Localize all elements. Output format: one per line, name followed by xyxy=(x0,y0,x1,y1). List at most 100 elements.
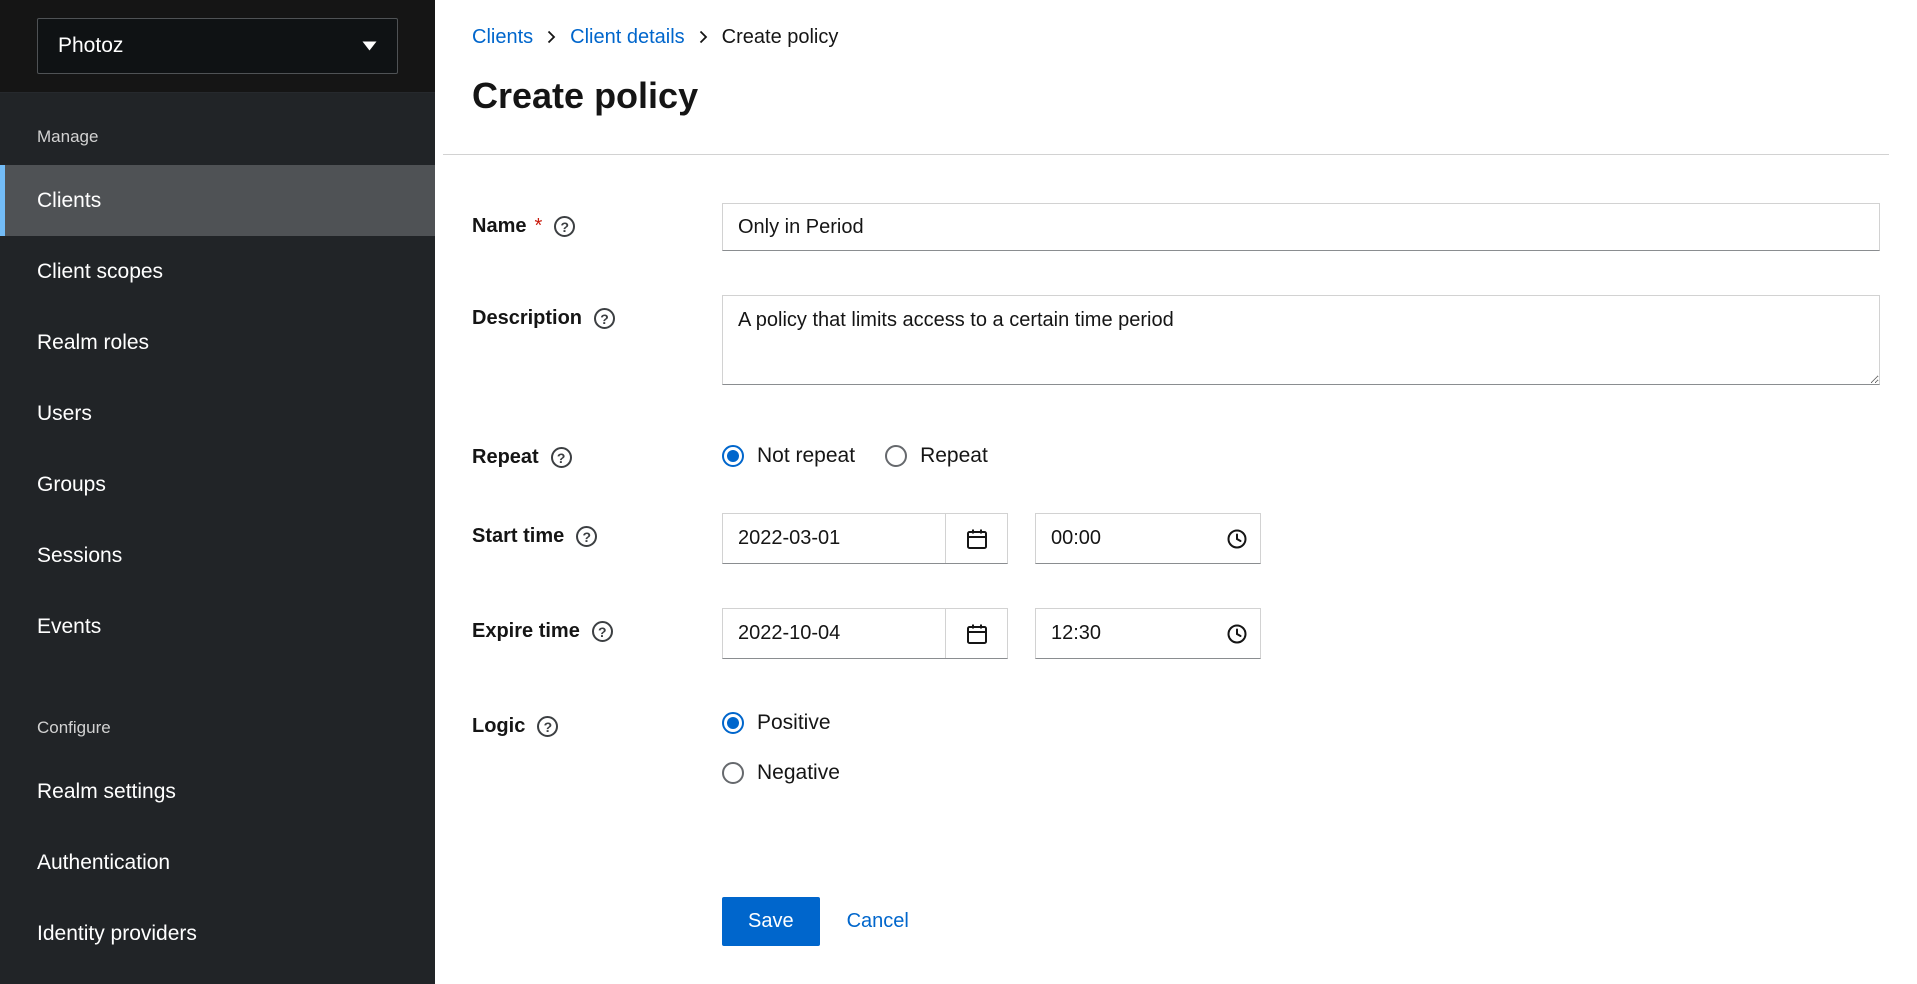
sidebar-item-label: Identity providers xyxy=(37,922,197,946)
page-title: Create policy xyxy=(472,74,1880,118)
sidebar-item-label: Groups xyxy=(37,473,106,497)
nav-list-configure: Realm settings Authentication Identity p… xyxy=(0,756,435,969)
nav-section-configure: Configure xyxy=(0,718,435,738)
logic-label-group: Logic ? xyxy=(472,703,722,738)
expire-time-picker xyxy=(1035,608,1261,659)
description-input[interactable]: A policy that limits access to a certain… xyxy=(722,295,1880,385)
radio-positive[interactable]: Positive xyxy=(722,711,831,735)
repeat-label-group: Repeat ? xyxy=(472,434,722,469)
breadcrumb-current: Create policy xyxy=(722,26,839,49)
radio-label: Positive xyxy=(757,711,831,735)
radio-repeat[interactable]: Repeat xyxy=(885,444,988,468)
start-date-picker xyxy=(722,513,1008,564)
help-icon[interactable]: ? xyxy=(537,716,558,737)
start-time-label: Start time xyxy=(472,525,564,548)
expire-time-field xyxy=(722,608,1880,659)
radio-input[interactable] xyxy=(722,712,744,734)
form-actions: Save Cancel xyxy=(722,897,1880,946)
radio-negative[interactable]: Negative xyxy=(722,761,840,785)
sidebar-item-label: Client scopes xyxy=(37,260,163,284)
help-icon[interactable]: ? xyxy=(592,621,613,642)
calendar-icon xyxy=(966,528,988,550)
start-date-calendar-button[interactable] xyxy=(945,514,1007,563)
sidebar-item-label: Realm settings xyxy=(37,780,176,804)
help-icon[interactable]: ? xyxy=(576,526,597,547)
save-button[interactable]: Save xyxy=(722,897,820,946)
repeat-label: Repeat xyxy=(472,446,539,469)
name-label: Name xyxy=(472,215,526,238)
radio-input[interactable] xyxy=(885,445,907,467)
help-icon[interactable]: ? xyxy=(594,308,615,329)
nav-list-manage: Clients Client scopes Realm roles Users … xyxy=(0,165,435,662)
breadcrumb-separator-icon xyxy=(547,30,556,44)
create-policy-form: Name * ? Description ? A policy that lim… xyxy=(435,155,1917,946)
form-row-expire-time: Expire time ? xyxy=(472,608,1880,659)
breadcrumb-link-client-details[interactable]: Client details xyxy=(570,26,685,49)
radio-label: Repeat xyxy=(920,444,988,468)
cancel-link[interactable]: Cancel xyxy=(847,910,909,933)
form-row-start-time: Start time ? xyxy=(472,513,1880,564)
expire-date-picker xyxy=(722,608,1008,659)
help-icon[interactable]: ? xyxy=(554,216,575,237)
expire-time-label-group: Expire time ? xyxy=(472,608,722,643)
radio-dot xyxy=(890,450,902,462)
name-field xyxy=(722,203,1880,251)
sidebar-item-label: Clients xyxy=(37,189,101,213)
breadcrumb-link-clients[interactable]: Clients xyxy=(472,26,533,49)
radio-input[interactable] xyxy=(722,762,744,784)
start-time-picker xyxy=(1035,513,1261,564)
sidebar-item-groups[interactable]: Groups xyxy=(0,449,435,520)
radio-dot xyxy=(727,450,739,462)
description-label: Description xyxy=(472,307,582,330)
form-row-name: Name * ? xyxy=(472,203,1880,251)
calendar-icon xyxy=(966,623,988,645)
sidebar-item-users[interactable]: Users xyxy=(0,378,435,449)
breadcrumb: Clients Client details Create policy xyxy=(472,24,1880,50)
form-row-repeat: Repeat ? Not repeat Repeat xyxy=(472,434,1880,469)
description-field: A policy that limits access to a certain… xyxy=(722,295,1880,390)
required-indicator: * xyxy=(534,215,542,238)
nav-section-manage: Manage xyxy=(0,127,435,147)
expire-date-input[interactable] xyxy=(723,609,945,658)
sidebar-item-label: Authentication xyxy=(37,851,170,875)
start-date-input[interactable] xyxy=(723,514,945,563)
form-row-logic: Logic ? Positive Negative xyxy=(472,703,1880,785)
help-icon[interactable]: ? xyxy=(551,447,572,468)
name-label-group: Name * ? xyxy=(472,203,722,238)
expire-time-label: Expire time xyxy=(472,620,580,643)
sidebar: Photoz Manage Clients Client scopes Real… xyxy=(0,0,435,984)
description-label-group: Description ? xyxy=(472,295,722,330)
expire-time-input[interactable] xyxy=(1035,608,1261,659)
masthead: Photoz xyxy=(0,0,435,93)
chevron-down-icon xyxy=(362,41,377,51)
form-row-description: Description ? A policy that limits acces… xyxy=(472,295,1880,390)
sidebar-item-identity-providers[interactable]: Identity providers xyxy=(0,898,435,969)
logic-label: Logic xyxy=(472,715,525,738)
realm-name: Photoz xyxy=(58,34,123,58)
sidebar-item-sessions[interactable]: Sessions xyxy=(0,520,435,591)
app-root: Photoz Manage Clients Client scopes Real… xyxy=(0,0,1917,984)
sidebar-item-events[interactable]: Events xyxy=(0,591,435,662)
realm-selector[interactable]: Photoz xyxy=(37,18,398,74)
sidebar-item-realm-settings[interactable]: Realm settings xyxy=(0,756,435,827)
start-time-label-group: Start time ? xyxy=(472,513,722,548)
repeat-radio-group: Not repeat Repeat xyxy=(722,434,1880,469)
sidebar-item-authentication[interactable]: Authentication xyxy=(0,827,435,898)
expire-date-calendar-button[interactable] xyxy=(945,609,1007,658)
logic-radio-group: Positive Negative xyxy=(722,703,1880,785)
sidebar-item-label: Realm roles xyxy=(37,331,149,355)
start-time-input[interactable] xyxy=(1035,513,1261,564)
radio-not-repeat[interactable]: Not repeat xyxy=(722,444,855,468)
radio-label: Negative xyxy=(757,761,840,785)
sidebar-item-client-scopes[interactable]: Client scopes xyxy=(0,236,435,307)
sidebar-item-clients[interactable]: Clients xyxy=(0,165,435,236)
radio-input[interactable] xyxy=(722,445,744,467)
radio-label: Not repeat xyxy=(757,444,855,468)
sidebar-nav: Manage Clients Client scopes Realm roles… xyxy=(0,93,435,984)
start-time-field xyxy=(722,513,1880,564)
name-input[interactable] xyxy=(722,203,1880,251)
main-content: Clients Client details Create policy Cre… xyxy=(435,0,1917,984)
sidebar-item-realm-roles[interactable]: Realm roles xyxy=(0,307,435,378)
sidebar-item-label: Users xyxy=(37,402,92,426)
radio-dot xyxy=(727,767,739,779)
